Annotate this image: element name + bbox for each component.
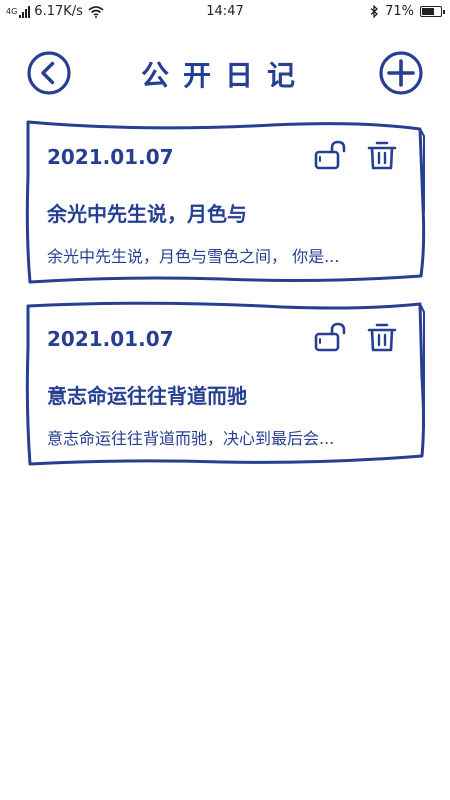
trash-icon[interactable] [365, 320, 399, 354]
diary-date: 2021.01.07 [47, 327, 174, 351]
diary-preview: 余光中先生说，月色与雪色之间， 你是... [47, 247, 340, 266]
battery-icon [420, 6, 445, 17]
unlock-icon[interactable] [313, 321, 349, 353]
header: 公开日记 [0, 48, 450, 98]
diary-preview: 意志命运往往背道而驰，决心到最后会... [47, 429, 335, 448]
bluetooth-icon [370, 5, 379, 18]
diary-title: 余光中先生说，月色与 [47, 202, 247, 226]
diary-date: 2021.01.07 [47, 145, 174, 169]
add-icon[interactable] [378, 50, 424, 96]
diary-title: 意志命运往往背道而驰 [47, 384, 247, 408]
diary-card[interactable]: 2021.01.07 意志命运往往背道而驰 意志命运往往背道而驰，决心到最后会.… [22, 298, 428, 466]
diary-card[interactable]: 2021.01.07 余光中先生说，月色与 余光中先生说，月色与雪色之间， 你是… [22, 116, 428, 284]
status-bar: 4G 6.17K/s 14:47 71% [0, 0, 450, 24]
trash-icon[interactable] [365, 138, 399, 172]
battery-fill [422, 8, 434, 15]
screen: 4G 6.17K/s 14:47 71% 公开日记 2021.01.07 余光中… [0, 0, 450, 800]
status-right: 71% [370, 4, 445, 19]
battery-percent: 71% [385, 4, 414, 19]
unlock-icon[interactable] [313, 139, 349, 171]
